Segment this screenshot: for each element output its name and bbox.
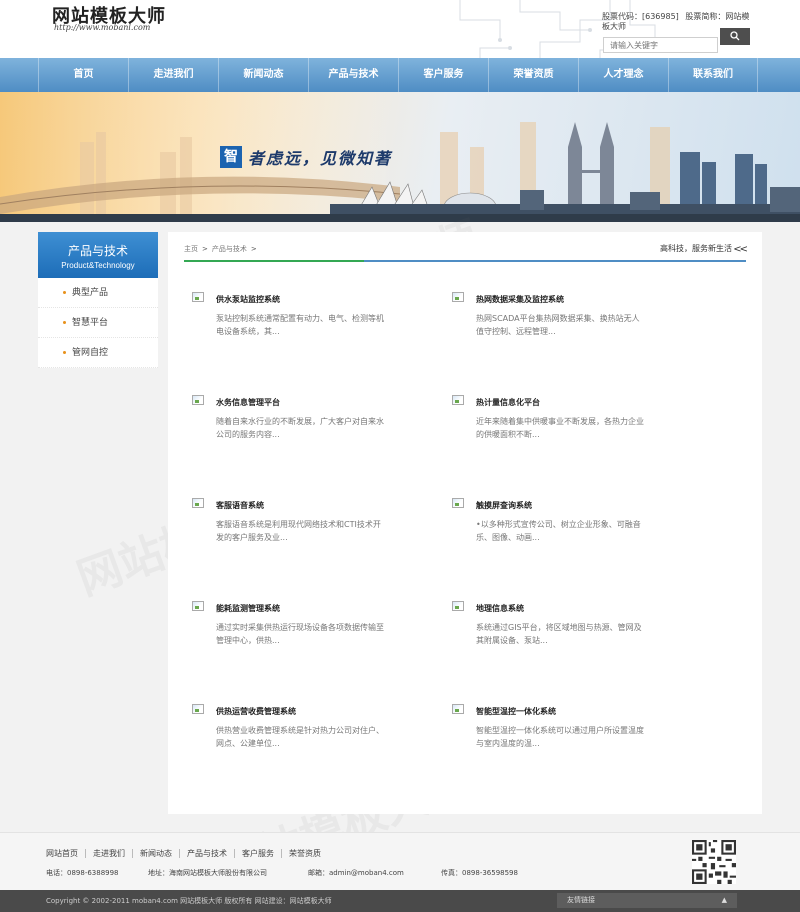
chevron-right-icon: > bbox=[202, 245, 208, 253]
product-desc: 热网SCADA平台集热网数据采集、换热站无人值守控制、远程管理... bbox=[476, 314, 640, 336]
service-slogan: 高科技，服务新生活 bbox=[660, 244, 732, 253]
nav-item-5[interactable]: 荣誉资质 bbox=[488, 58, 578, 92]
search-icon bbox=[730, 31, 740, 41]
breadcrumb-bar: 主页 > 产品与技术 > 高科技，服务新生活 << bbox=[184, 244, 748, 262]
sidebar-item-label: 管网自控 bbox=[72, 348, 109, 358]
image-placeholder-icon[interactable] bbox=[192, 395, 204, 405]
product-desc: 随着自来水行业的不断发展，广大客户对自来水公司的服务内容... bbox=[216, 417, 384, 439]
sidebar-item[interactable]: 智慧平台 bbox=[38, 308, 158, 338]
chevron-right-icon: > bbox=[250, 245, 257, 253]
product-item[interactable]: 水务信息管理平台随着自来水行业的不断发展，广大客户对自来水公司的服务内容... bbox=[192, 395, 392, 485]
footer-link[interactable]: 新闻动态 bbox=[133, 849, 180, 858]
product-title[interactable]: 客服语音系统 bbox=[216, 500, 264, 511]
product-title[interactable]: 热网数据采集及监控系统 bbox=[476, 294, 564, 305]
image-placeholder-icon[interactable] bbox=[192, 704, 204, 714]
logo-url: http://www.mobanl.com bbox=[54, 23, 151, 32]
nav-item-6[interactable]: 人才理念 bbox=[578, 58, 668, 92]
footer-link[interactable]: 荣誉资质 bbox=[282, 849, 328, 858]
footer-contact: 电话：0898-6388998 地址：海南网站模板大师股份有限公司 邮箱：adm… bbox=[46, 868, 526, 878]
product-item[interactable]: 地理信息系统系统通过GIS平台，将区域地图与热源、管网及其附属设备、泵站... bbox=[452, 601, 652, 691]
footer-link[interactable]: 网站首页 bbox=[46, 849, 86, 858]
sidebar-item[interactable]: 典型产品 bbox=[38, 278, 158, 308]
slogan-badge: 智 bbox=[220, 146, 242, 168]
friend-links-label: 友情链接 bbox=[567, 896, 595, 904]
image-placeholder-icon[interactable] bbox=[452, 704, 464, 714]
footer-link[interactable]: 走进我们 bbox=[86, 849, 133, 858]
footer-address: 地址：海南网站模板大师股份有限公司 bbox=[148, 869, 267, 877]
product-desc: 通过实时采集供热运行现场设备各项数据传输至管理中心，供热... bbox=[216, 623, 384, 645]
image-placeholder-icon[interactable] bbox=[452, 498, 464, 508]
footer-links: 网站首页 走进我们 新闻动态 产品与技术 客户服务 荣誉资质 bbox=[46, 849, 328, 858]
search-button[interactable] bbox=[720, 28, 750, 45]
sidebar-item-label: 智慧平台 bbox=[72, 318, 109, 328]
copyright: Copyright © 2002-2011 moban4.com 网站模板大师 … bbox=[46, 897, 332, 905]
product-title[interactable]: 水务信息管理平台 bbox=[216, 397, 280, 408]
product-item[interactable]: 热网数据采集及监控系统热网SCADA平台集热网数据采集、换热站无人值守控制、远程… bbox=[452, 292, 652, 382]
product-item[interactable]: 供热运营收费管理系统供热营业收费管理系统是针对热力公司对住户、网点、公建单位..… bbox=[192, 704, 392, 794]
product-title[interactable]: 触摸屏查询系统 bbox=[476, 500, 532, 511]
main-nav: 首页 走进我们 新闻动态 产品与技术 客户服务 荣誉资质 人才理念 联系我们 bbox=[0, 58, 800, 92]
product-title[interactable]: 供水泵站监控系统 bbox=[216, 294, 280, 305]
product-item[interactable]: 能耗监测管理系统通过实时采集供热运行现场设备各项数据传输至管理中心，供热... bbox=[192, 601, 392, 691]
footer: 网站首页 走进我们 新闻动态 产品与技术 客户服务 荣誉资质 电话：0898-638899… bbox=[0, 832, 800, 890]
nav-item-4[interactable]: 客户服务 bbox=[398, 58, 488, 92]
image-placeholder-icon[interactable] bbox=[192, 498, 204, 508]
sidebar-item[interactable]: 管网自控 bbox=[38, 338, 158, 368]
product-item[interactable]: 供水泵站监控系统泵站控制系统通常配置有动力、电气、检测等机电设备系统，其... bbox=[192, 292, 392, 382]
search-input[interactable] bbox=[603, 37, 718, 53]
slogan-text: 者虑远，见微知著 bbox=[248, 149, 393, 168]
nav-item-3[interactable]: 产品与技术 bbox=[308, 58, 398, 92]
breadcrumb: 主页 > 产品与技术 > bbox=[184, 244, 261, 254]
product-desc: 智能型温控一体化系统可以通过用户所设置温度与室内温度的温... bbox=[476, 726, 644, 748]
bottom-bar: Copyright © 2002-2011 moban4.com 网站模板大师 … bbox=[0, 890, 800, 912]
sidebar-menu: 典型产品智慧平台管网自控 bbox=[38, 278, 158, 368]
caret-up-icon: ▲ bbox=[721, 896, 727, 904]
banner: 智 者虑远，见微知著 bbox=[0, 92, 800, 222]
stock-code: 股票代码：[636985] bbox=[602, 12, 679, 21]
footer-link[interactable]: 客户服务 bbox=[235, 849, 282, 858]
product-desc: 泵站控制系统通常配置有动力、电气、检测等机电设备系统，其... bbox=[216, 314, 384, 336]
double-chevron-left-icon[interactable]: << bbox=[733, 244, 748, 255]
image-placeholder-icon[interactable] bbox=[192, 601, 204, 611]
friend-links-select[interactable]: 友情链接 ▲ bbox=[557, 893, 737, 908]
product-title[interactable]: 能耗监测管理系统 bbox=[216, 603, 280, 614]
product-desc: 客服语音系统是利用现代网络技术和CTI技术开发的客户服务及业... bbox=[216, 520, 381, 542]
breadcrumb-home[interactable]: 主页 bbox=[184, 245, 198, 253]
product-title[interactable]: 地理信息系统 bbox=[476, 603, 524, 614]
product-desc: 近年来随着集中供暖事业不断发展，各热力企业的供暖面积不断... bbox=[476, 417, 644, 439]
product-item[interactable]: 触摸屏查询系统 •以多种形式宣传公司、树立企业形象、可融音乐、图像、动画... bbox=[452, 498, 652, 588]
sidebar-header: 产品与技术 Product&Technology bbox=[38, 232, 158, 278]
product-item[interactable]: 客服语音系统客服语音系统是利用现代网络技术和CTI技术开发的客户服务及业... bbox=[192, 498, 392, 588]
breadcrumb-current[interactable]: 产品与技术 bbox=[212, 245, 247, 253]
sidebar-item-label: 典型产品 bbox=[72, 288, 109, 298]
sidebar-subtitle: Product&Technology bbox=[61, 261, 135, 270]
qr-code bbox=[692, 840, 736, 884]
nav-item-0[interactable]: 首页 bbox=[38, 58, 128, 92]
header: 网站模板大师 http://www.mobanl.com 股票代码：[63698… bbox=[0, 0, 800, 58]
content-panel: 主页 > 产品与技术 > 高科技，服务新生活 << 供水泵站监控系统 泵站控制系统通常配… bbox=[168, 232, 762, 814]
product-desc: 供热营业收费管理系统是针对热力公司对住户、网点、公建单位... bbox=[216, 726, 384, 748]
banner-slogan: 智 者虑远，见微知著 bbox=[220, 145, 392, 169]
product-item[interactable]: 智能型温控一体化系统智能型温控一体化系统可以通过用户所设置温度与室内温度的温..… bbox=[452, 704, 652, 794]
image-placeholder-icon[interactable] bbox=[452, 395, 464, 405]
product-title[interactable]: 智能型温控一体化系统 bbox=[476, 706, 556, 717]
image-placeholder-icon[interactable] bbox=[452, 292, 464, 302]
nav-item-7[interactable]: 联系我们 bbox=[668, 58, 758, 92]
footer-link[interactable]: 产品与技术 bbox=[180, 849, 235, 858]
product-title[interactable]: 热计量信息化平台 bbox=[476, 397, 540, 408]
footer-phone: 电话：0898-6388998 bbox=[46, 869, 119, 877]
banner-skyline bbox=[0, 92, 800, 222]
product-desc: 系统通过GIS平台，将区域地图与热源、管网及其附属设备、泵站... bbox=[476, 623, 642, 645]
nav-item-1[interactable]: 走进我们 bbox=[128, 58, 218, 92]
nav-item-2[interactable]: 新闻动态 bbox=[218, 58, 308, 92]
product-title[interactable]: 供热运营收费管理系统 bbox=[216, 706, 296, 717]
sidebar-title: 产品与技术 bbox=[67, 244, 128, 258]
product-desc: •以多种形式宣传公司、树立企业形象、可融音乐、图像、动画... bbox=[476, 520, 641, 542]
product-item[interactable]: 热计量信息化平台近年来随着集中供暖事业不断发展，各热力企业的供暖面积不断... bbox=[452, 395, 652, 485]
image-placeholder-icon[interactable] bbox=[192, 292, 204, 302]
image-placeholder-icon[interactable] bbox=[452, 601, 464, 611]
footer-email: 邮箱：admin@moban4.com bbox=[308, 869, 404, 877]
footer-fax: 传真：0898-36598598 bbox=[441, 869, 518, 877]
